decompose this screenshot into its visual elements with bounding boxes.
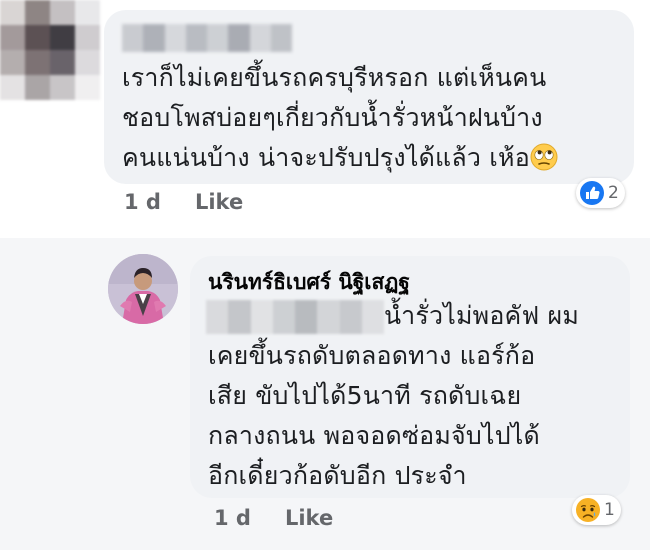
reaction-count: 1 bbox=[604, 500, 615, 520]
comment-line-text: คนแน่นบ้าง น่าจะปรับปรุงได้แล้ว เห้อ bbox=[122, 143, 530, 172]
like-button[interactable]: Like bbox=[285, 506, 333, 530]
blurred-mention[interactable] bbox=[206, 300, 384, 334]
reply-line: กลางถนน พอจอดซ่อมจับไปได้ bbox=[208, 421, 540, 450]
like-reaction-icon bbox=[580, 181, 604, 205]
reply-line: เสีย ขับไปได้5นาที รถดับเฉย bbox=[208, 381, 522, 410]
comment-line: ชอบโพสบ่อยๆเกี่ยวกับน้ำรั่วหน้าฝนบ้าง bbox=[122, 103, 543, 132]
reply-actions: 1 d Like bbox=[214, 506, 333, 530]
reaction-summary[interactable]: 1 bbox=[572, 495, 621, 525]
comment-timestamp[interactable]: 1 d bbox=[124, 190, 161, 214]
reply-author-name[interactable]: นรินทร์ธิเบศร์ นิฐิเสฏฐ bbox=[208, 266, 410, 299]
comment-line: เราก็ไม่เคยขึ้นรถครบุรีหรอก แต่เห็นคน bbox=[122, 63, 547, 92]
reply-line: เคยขึ้นรถดับตลอดทาง แอร์ก้อ bbox=[208, 341, 536, 370]
reply-text-first-line: น้ำรั่วไม่พอคัฟ ผม bbox=[384, 301, 580, 330]
rolling-eyes-emoji bbox=[530, 143, 558, 171]
reply-line: อีกเดี๋ยวก้อดับอีก ประจำ bbox=[208, 461, 467, 490]
blurred-avatar[interactable] bbox=[0, 0, 100, 100]
profile-photo bbox=[108, 254, 178, 324]
reply-text: เคยขึ้นรถดับตลอดทาง แอร์ก้อ เสีย ขับไปได… bbox=[208, 336, 540, 496]
comment-thread: เราก็ไม่เคยขึ้นรถครบุรีหรอก แต่เห็นคน ชอ… bbox=[0, 0, 650, 550]
reaction-summary[interactable]: 2 bbox=[576, 178, 625, 208]
reply-timestamp[interactable]: 1 d bbox=[214, 506, 251, 530]
blurred-commenter-name[interactable] bbox=[122, 24, 292, 52]
comment-actions: 1 d Like bbox=[124, 190, 243, 214]
reaction-count: 2 bbox=[608, 183, 619, 203]
comment-text: เราก็ไม่เคยขึ้นรถครบุรีหรอก แต่เห็นคน ชอ… bbox=[122, 58, 558, 178]
like-button[interactable]: Like bbox=[195, 190, 243, 214]
comment-line: คนแน่นบ้าง น่าจะปรับปรุงได้แล้ว เห้อ bbox=[122, 138, 558, 178]
sad-reaction-icon bbox=[576, 498, 600, 522]
avatar[interactable] bbox=[108, 254, 178, 324]
